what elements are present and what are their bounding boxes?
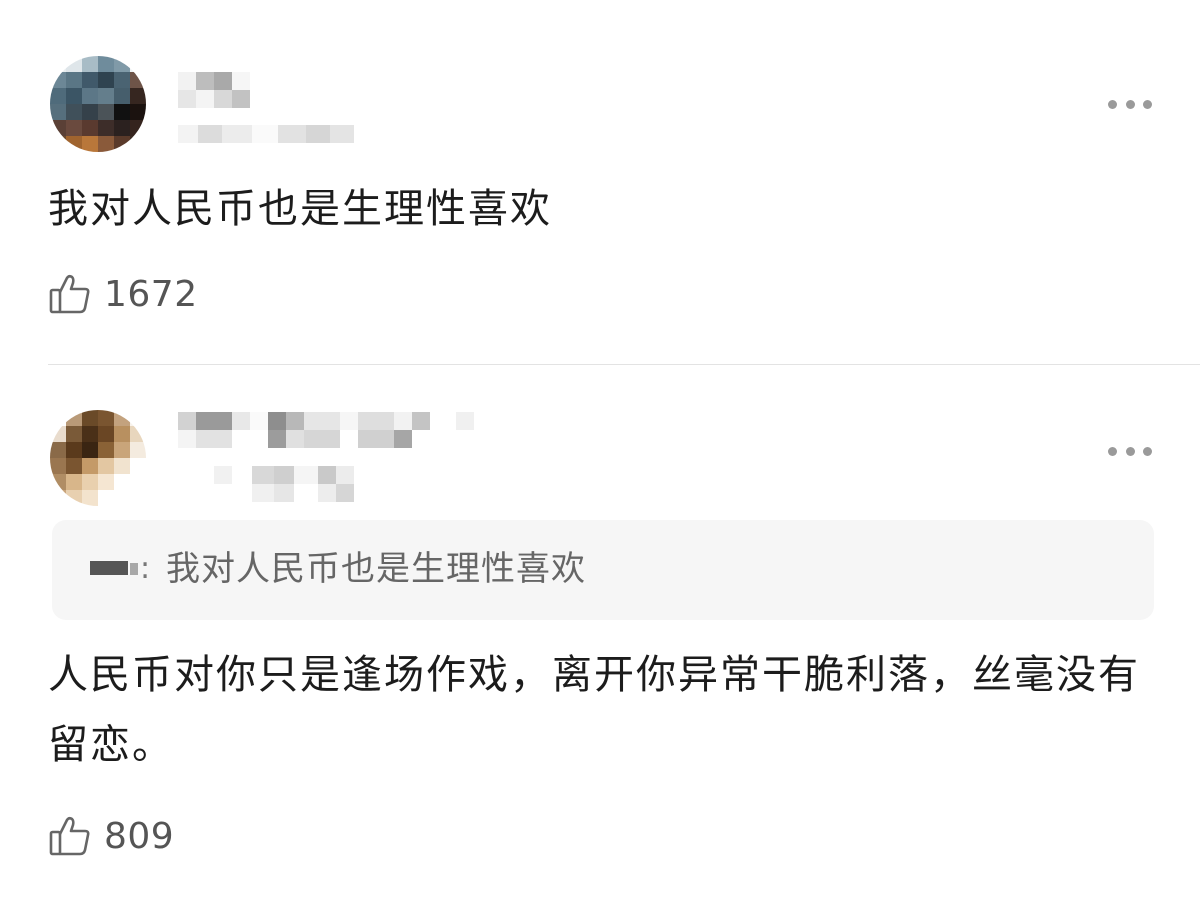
quoted-username-blurred-tail [130, 563, 138, 575]
like-button[interactable]: 1672 [48, 272, 198, 316]
thumbs-up-icon [48, 273, 92, 315]
more-icon[interactable] [1108, 445, 1152, 457]
avatar[interactable] [50, 56, 146, 152]
like-count: 1672 [104, 273, 198, 315]
post-meta-blurred [178, 125, 362, 143]
comment-list: 我对人民币也是生理性喜欢 1672: 我对人民币也是生理性喜欢 人民币对你只是… [0, 0, 1200, 903]
divider [48, 364, 1200, 365]
quoted-comment[interactable]: : 我对人民币也是生理性喜欢 [52, 520, 1154, 620]
comment-text: 人民币对你只是逢场作戏，离开你异常干脆利落，丝毫没有留恋。 [48, 652, 1140, 768]
like-button[interactable]: 809 [48, 814, 174, 858]
quoted-text: 我对人民币也是生理性喜欢 [166, 549, 586, 589]
quote-separator: : [140, 551, 151, 586]
username-blurred[interactable] [178, 412, 474, 448]
quoted-username-blurred [90, 561, 128, 575]
like-count: 809 [104, 815, 175, 857]
comment-text: 我对人民币也是生理性喜欢 [48, 186, 552, 232]
post-meta-blurred [214, 466, 364, 502]
username-blurred[interactable] [178, 72, 258, 108]
comment-item: : 我对人民币也是生理性喜欢 人民币对你只是逢场作戏，离开你异常干脆利落，丝毫没… [0, 366, 1200, 903]
thumbs-up-icon [48, 815, 92, 857]
avatar[interactable] [50, 410, 146, 506]
more-icon[interactable] [1108, 98, 1152, 110]
comment-item: 我对人民币也是生理性喜欢 1672 [0, 0, 1200, 365]
